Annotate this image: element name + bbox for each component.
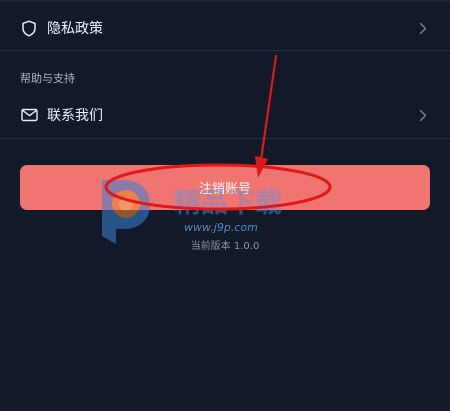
- section-divider: [0, 50, 450, 51]
- chevron-right-icon: [418, 21, 428, 35]
- contact-us-label: 联系我们: [47, 108, 103, 124]
- app-version: 当前版本 1.0.0: [190, 241, 260, 252]
- section-divider: [0, 138, 450, 139]
- top-divider: [0, 0, 450, 2]
- watermark-url-text: www.j9p.com: [184, 221, 258, 234]
- chevron-right-icon: [418, 108, 428, 122]
- privacy-policy-row[interactable]: 隐私政策: [0, 4, 450, 52]
- contact-us-row[interactable]: 联系我们: [0, 91, 450, 139]
- delete-account-label: 注销账号: [198, 182, 251, 197]
- privacy-policy-label: 隐私政策: [47, 21, 103, 37]
- delete-account-button[interactable]: 注销账号: [20, 165, 430, 210]
- mail-icon: [20, 106, 38, 124]
- help-support-section-title: 帮助与支持: [20, 72, 75, 85]
- shield-icon: [20, 19, 38, 37]
